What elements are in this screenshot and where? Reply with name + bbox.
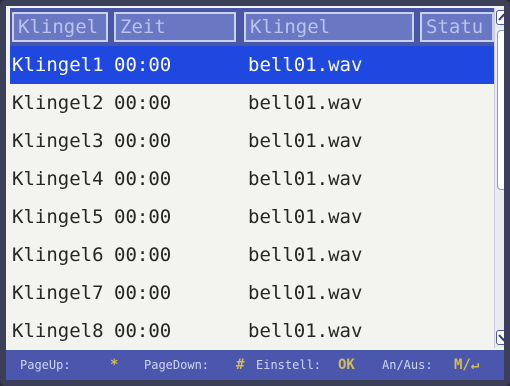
table-row[interactable]: Klingel4 00:00 bell01.wav: [10, 160, 494, 198]
anaus-label: An/Aus:: [382, 358, 433, 372]
pagedown-key[interactable]: #: [236, 350, 244, 380]
time-cell: 00:00: [114, 320, 172, 342]
einstell-label: Einstell:: [256, 358, 322, 372]
sound-file-cell: bell01.wav: [248, 92, 363, 114]
einstell-ok-key[interactable]: OK: [338, 350, 355, 380]
device-screen: Klingel Zeit Klingel Statu Klingel1 00:00…: [0, 0, 510, 386]
bell-table: Klingel Zeit Klingel Statu Klingel1 00:00…: [10, 8, 494, 350]
sound-file-cell: bell01.wav: [248, 54, 363, 76]
scroll-down-button[interactable]: [496, 330, 504, 345]
bell-name-cell: Klingel8: [12, 320, 104, 342]
sound-file-cell: bell01.wav: [248, 168, 363, 190]
scrollbar-thumb[interactable]: [497, 30, 504, 190]
column-header-status[interactable]: Statu: [420, 12, 494, 42]
scroll-up-button[interactable]: [496, 10, 504, 25]
bell-name-cell: Klingel1: [12, 54, 104, 76]
table-row[interactable]: Klingel1 00:00 bell01.wav: [10, 46, 494, 84]
bell-name-cell: Klingel4: [12, 168, 104, 190]
table-row[interactable]: Klingel8 00:00 bell01.wav: [10, 312, 494, 350]
chevron-up-icon: [498, 13, 504, 21]
vertical-scrollbar[interactable]: [494, 8, 504, 348]
anaus-key[interactable]: M/↵: [454, 350, 479, 380]
table-row[interactable]: Klingel7 00:00 bell01.wav: [10, 274, 494, 312]
time-cell: 00:00: [114, 206, 172, 228]
table-body: Klingel1 00:00 bell01.wav Klingel2 00:00 bell…: [10, 46, 494, 350]
sound-file-cell: bell01.wav: [248, 320, 363, 342]
chevron-down-icon: [498, 334, 504, 342]
time-cell: 00:00: [114, 282, 172, 304]
sound-file-cell: bell01.wav: [248, 130, 363, 152]
pageup-label: PageUp:: [20, 358, 71, 372]
table-row[interactable]: Klingel6 00:00 bell01.wav: [10, 236, 494, 274]
sound-file-cell: bell01.wav: [248, 206, 363, 228]
footer-keys-bar: PageUp: * PageDown: # Einstell: OK An/Au…: [6, 350, 504, 380]
time-cell: 00:00: [114, 130, 172, 152]
column-header-klingel[interactable]: Klingel: [12, 12, 108, 42]
time-cell: 00:00: [114, 54, 172, 76]
table-row[interactable]: Klingel5 00:00 bell01.wav: [10, 198, 494, 236]
column-header-zeit[interactable]: Zeit: [114, 12, 236, 42]
table-row[interactable]: Klingel3 00:00 bell01.wav: [10, 122, 494, 160]
time-cell: 00:00: [114, 244, 172, 266]
sound-file-cell: bell01.wav: [248, 244, 363, 266]
time-cell: 00:00: [114, 168, 172, 190]
table-header: Klingel Zeit Klingel Statu: [10, 8, 494, 46]
sound-file-cell: bell01.wav: [248, 282, 363, 304]
pagedown-label: PageDown:: [144, 358, 210, 372]
bell-name-cell: Klingel5: [12, 206, 104, 228]
pageup-key[interactable]: *: [110, 350, 118, 380]
column-header-klingel-file[interactable]: Klingel: [244, 12, 414, 42]
time-cell: 00:00: [114, 92, 172, 114]
bell-name-cell: Klingel7: [12, 282, 104, 304]
bell-name-cell: Klingel6: [12, 244, 104, 266]
table-row[interactable]: Klingel2 00:00 bell01.wav: [10, 84, 494, 122]
bell-name-cell: Klingel3: [12, 130, 104, 152]
bell-name-cell: Klingel2: [12, 92, 104, 114]
